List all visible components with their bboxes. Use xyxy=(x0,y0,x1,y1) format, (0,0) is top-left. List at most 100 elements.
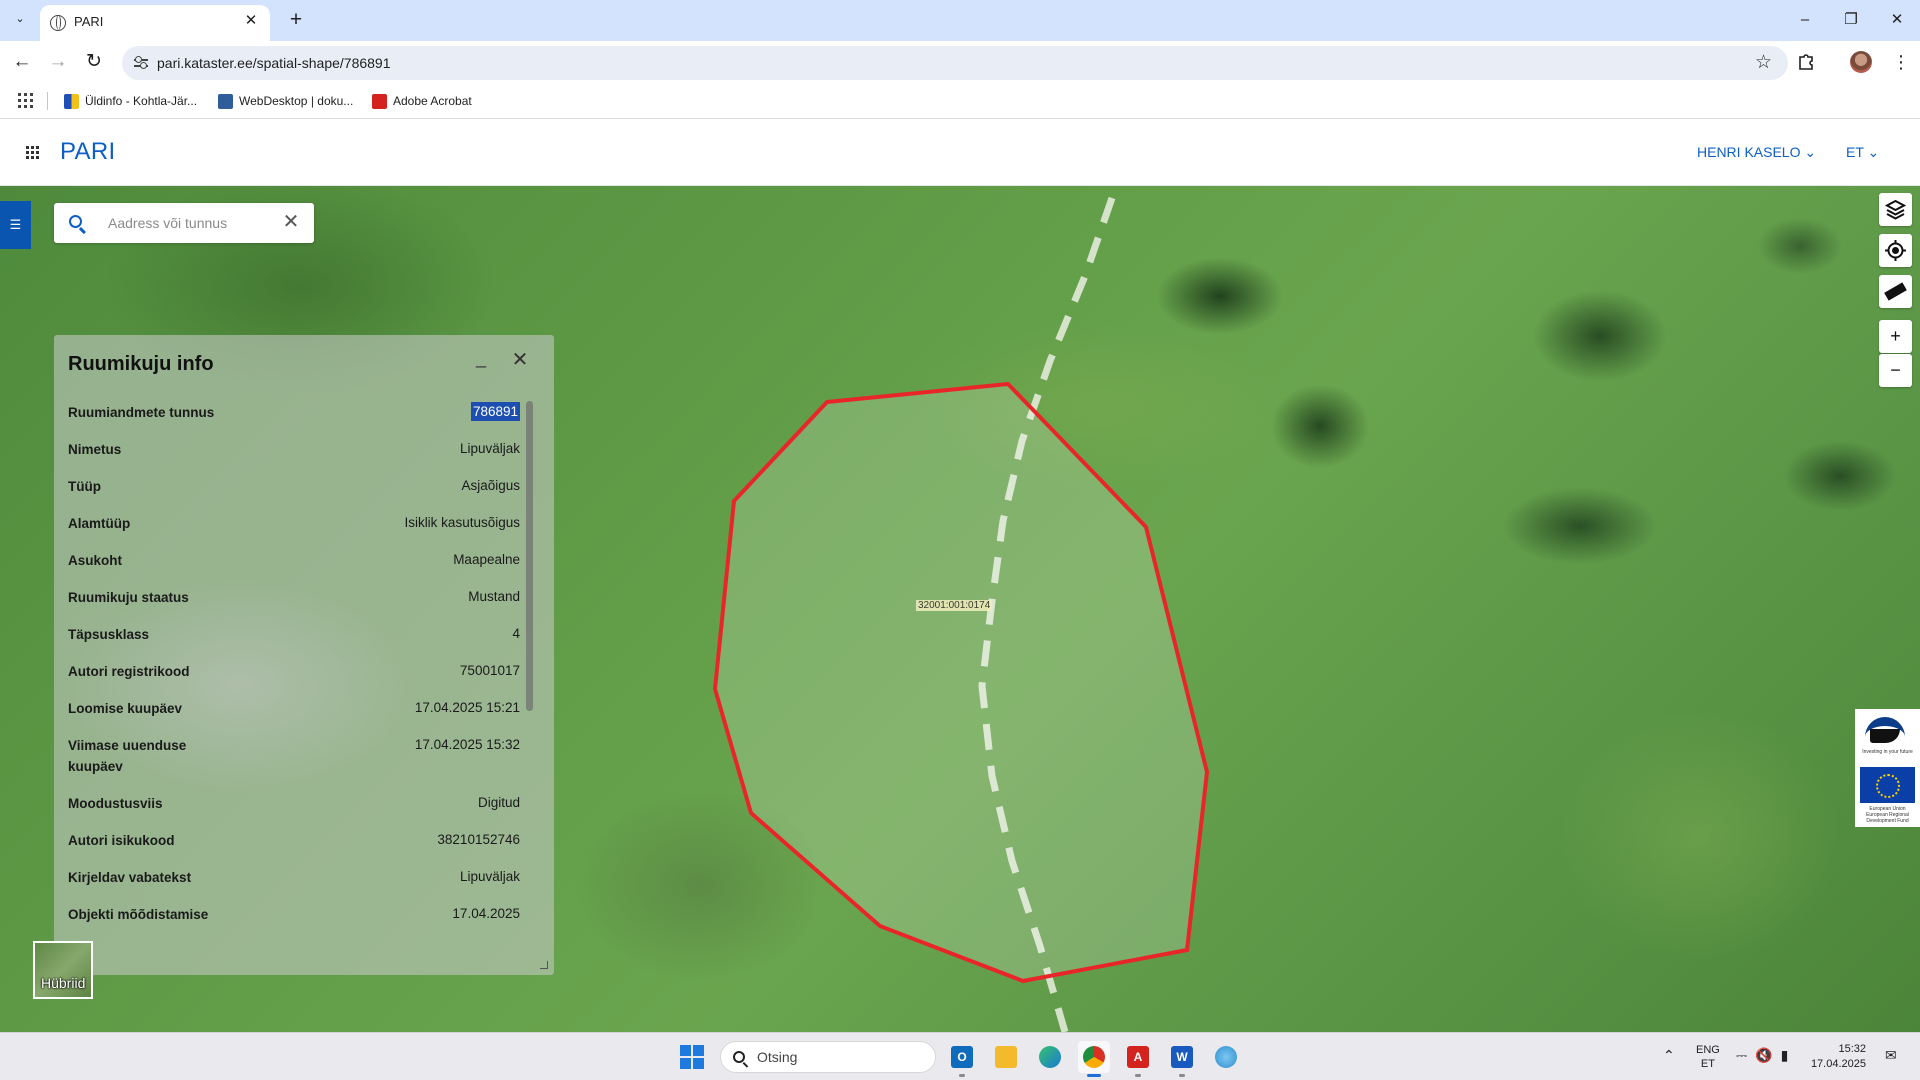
forward-arrow-icon[interactable]: → xyxy=(44,48,72,76)
app-launcher-grid-icon[interactable] xyxy=(26,146,39,159)
bookmark-webdesktop[interactable]: WebDesktop | doku... xyxy=(218,92,353,110)
info-row: Alamtüüp Isiklik kasutusõigus xyxy=(68,506,520,543)
parcel-label[interactable]: 32001:001:0174 xyxy=(916,600,993,611)
tray-status-icons[interactable]: ⎓🔇▮ xyxy=(1736,1047,1796,1064)
windows-taskbar: Otsing O A W ⌃ ENG ET ⎓🔇▮ 15:32 17.04.2025… xyxy=(0,1032,1920,1080)
info-label: Ruumiandmete tunnus xyxy=(68,405,215,420)
maps-globe-icon[interactable] xyxy=(1210,1041,1242,1073)
clear-search-icon[interactable]: ✕ xyxy=(280,211,302,233)
info-row: Täpsusklass 4 xyxy=(68,617,520,654)
info-label: Autori isikukood xyxy=(68,833,175,848)
info-value: 786891 xyxy=(470,402,520,421)
taskbar-search[interactable]: Otsing xyxy=(720,1041,936,1073)
outlook-icon[interactable]: O xyxy=(946,1041,978,1077)
info-label: Autori registrikood xyxy=(68,664,190,679)
info-value: Mustand xyxy=(468,589,520,604)
site-info-icon[interactable] xyxy=(132,54,150,72)
tab-list-chevron-icon[interactable]: ⌄ xyxy=(9,8,31,30)
file-explorer-icon[interactable] xyxy=(990,1041,1022,1073)
search-input[interactable] xyxy=(108,213,268,233)
app-header: PARI HENRI KASELO ⌄ ET ⌄ xyxy=(0,120,1920,186)
info-row: Autori isikukood 38210152746 xyxy=(68,823,520,860)
info-label: Asukoht xyxy=(68,553,122,568)
resize-handle-icon[interactable] xyxy=(540,961,548,969)
bookmarks-bar: Üldinfo - Kohtla-Jär... WebDesktop | dok… xyxy=(0,83,1920,119)
info-value: 75001017 xyxy=(459,663,520,678)
eu-flag-icon xyxy=(1860,767,1915,803)
zoom-out-button[interactable]: − xyxy=(1879,354,1912,387)
notification-bell-icon[interactable]: ✉ xyxy=(1885,1047,1897,1064)
spatial-shape-info-panel: Ruumikuju info _ ✕ Ruumiandmete tunnus 78… xyxy=(54,335,554,975)
info-row: Viimase uuenduse kuupäev 17.04.2025 15:32 xyxy=(68,728,520,786)
bookmark-star-icon[interactable]: ☆ xyxy=(1755,51,1772,74)
info-value: Asjaõigus xyxy=(461,478,520,493)
input-language[interactable]: ENG ET xyxy=(1696,1043,1720,1071)
volume-muted-icon: 🔇 xyxy=(1755,1047,1781,1063)
layers-icon[interactable] xyxy=(1879,193,1912,226)
layer-switcher-label: Hübriid xyxy=(41,975,86,991)
map-search-box: ✕ xyxy=(54,203,314,243)
address-url[interactable]: pari.kataster.ee/spatial-shape/786891 xyxy=(157,55,391,71)
network-icon: ⎓ xyxy=(1736,1047,1756,1063)
locate-me-icon[interactable] xyxy=(1879,234,1912,267)
info-value: Lipuväljak xyxy=(459,869,520,884)
minimize-icon[interactable]: _ xyxy=(470,349,492,371)
info-label: Objekti mõõdistamise xyxy=(68,907,209,922)
bookmark-uldinfo[interactable]: Üldinfo - Kohtla-Jär... xyxy=(64,92,197,110)
reload-icon[interactable]: ↻ xyxy=(80,48,108,76)
address-bar[interactable]: pari.kataster.ee/spatial-shape/786891 ☆ xyxy=(122,46,1788,80)
info-label: Alamtüüp xyxy=(68,516,131,531)
language-code: ET xyxy=(1846,144,1864,160)
info-value: 38210152746 xyxy=(437,832,520,847)
bookmark-adobe-acrobat[interactable]: Adobe Acrobat xyxy=(372,92,472,110)
measure-ruler-icon[interactable] xyxy=(1879,275,1912,308)
eu-slogan: Investing in your future xyxy=(1862,749,1913,755)
window-restore-icon[interactable]: ❐ xyxy=(1828,6,1874,34)
word-icon[interactable]: W xyxy=(1166,1041,1198,1077)
tab-close-icon[interactable]: ✕ xyxy=(242,12,260,30)
extensions-puzzle-icon[interactable] xyxy=(1797,51,1817,71)
acrobat-icon xyxy=(372,94,387,110)
info-row: Loomise kuupäev 17.04.2025 15:21 xyxy=(68,691,520,728)
map-canvas[interactable]: 32001:001:0174 ☰ ✕ Ruumikuju info _ ✕ Ru… xyxy=(0,186,1920,1032)
windows-start-icon[interactable] xyxy=(680,1045,704,1069)
window-close-icon[interactable]: ✕ xyxy=(1874,6,1920,34)
close-icon[interactable]: ✕ xyxy=(509,349,531,371)
info-label: Täpsusklass xyxy=(68,627,150,642)
zoom-in-button[interactable]: + xyxy=(1879,320,1912,353)
taskbar-search-label: Otsing xyxy=(757,1049,798,1065)
chrome-icon[interactable] xyxy=(1078,1041,1110,1077)
taskbar-clock[interactable]: 15:32 17.04.2025 xyxy=(1810,1042,1866,1072)
eu-fund-logo: Investing in your future European Union … xyxy=(1855,709,1920,827)
layer-switcher-button[interactable]: Hübriid xyxy=(33,941,93,999)
profile-avatar[interactable] xyxy=(1850,51,1872,73)
info-label: Viimase uuenduse kuupäev xyxy=(68,738,187,774)
info-row: Ruumiandmete tunnus 786891 xyxy=(68,395,520,432)
parcel-polygon xyxy=(712,381,1210,984)
info-label: Loomise kuupäev xyxy=(68,701,183,716)
eu-fund-text: European Union European Regional Develop… xyxy=(1866,806,1909,824)
window-minimize-icon[interactable]: – xyxy=(1782,6,1828,34)
search-icon[interactable] xyxy=(69,215,82,228)
edge-icon[interactable] xyxy=(1034,1041,1066,1073)
new-tab-plus-icon[interactable]: + xyxy=(282,6,310,34)
apps-grid-icon[interactable] xyxy=(18,93,33,108)
info-row: Nimetus Lipuväljak xyxy=(68,432,520,469)
info-label: Nimetus xyxy=(68,442,122,457)
user-menu[interactable]: HENRI KASELO ⌄ xyxy=(1697,144,1816,161)
acrobat-icon[interactable]: A xyxy=(1122,1041,1154,1077)
back-arrow-icon[interactable]: ← xyxy=(8,48,36,76)
sidebar-toggle-icon[interactable]: ☰ xyxy=(0,201,31,249)
tray-chevron-up-icon[interactable]: ⌃ xyxy=(1663,1047,1675,1064)
language-menu[interactable]: ET ⌄ xyxy=(1846,144,1879,161)
panel-title: Ruumikuju info xyxy=(68,353,214,375)
browser-tab-pari[interactable]: PARI ✕ xyxy=(40,5,270,41)
shield-crest-icon xyxy=(64,94,79,110)
webdesktop-icon xyxy=(218,94,233,110)
panel-scrollbar[interactable] xyxy=(526,401,533,711)
info-value: 4 xyxy=(512,626,520,641)
info-value: 17.04.2025 15:21 xyxy=(414,700,520,715)
browser-menu-dots-icon[interactable]: ⋮ xyxy=(1892,50,1910,74)
app-title[interactable]: PARI xyxy=(60,138,115,166)
info-row: Objekti mõõdistamise 17.04.2025 xyxy=(68,897,520,934)
